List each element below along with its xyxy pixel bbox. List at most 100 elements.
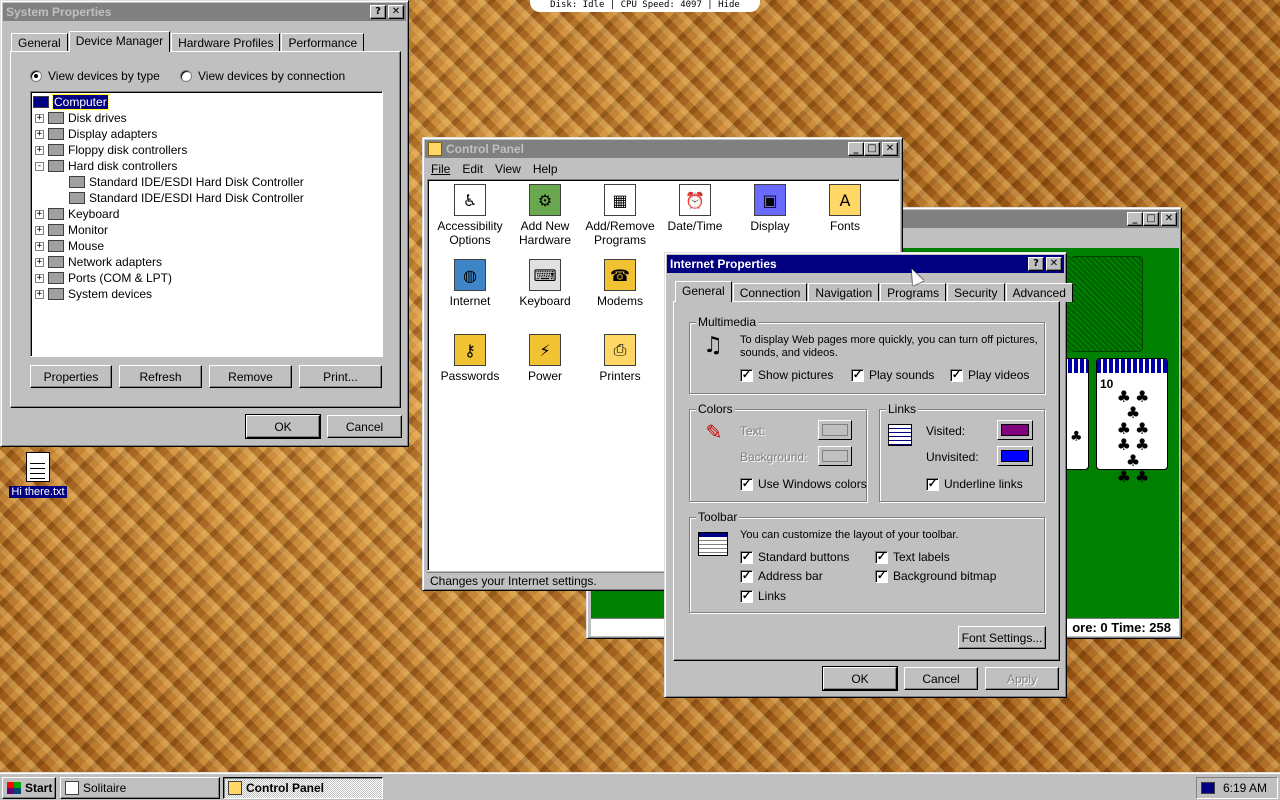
tree-item[interactable]: + Network adapters xyxy=(35,254,162,270)
card-clubs-ten[interactable]: 10 ♣♣ ♣ ♣♣ ♣♣ ♣ ♣♣ xyxy=(1096,358,1168,485)
tab-device-manager[interactable]: Device Manager xyxy=(68,31,171,52)
control-panel-item[interactable]: ⚷ Passwords xyxy=(431,334,509,383)
cancel-button[interactable]: Cancel xyxy=(904,667,978,690)
apply-button[interactable]: Apply xyxy=(985,667,1059,690)
tree-item[interactable]: + Floppy disk controllers xyxy=(35,142,187,158)
standard-buttons-checkbox[interactable]: ✓ Standard buttons xyxy=(740,550,849,564)
tree-item[interactable]: - Hard disk controllers xyxy=(35,158,177,174)
tree-item[interactable]: + Mouse xyxy=(35,238,104,254)
tree-item[interactable]: Computer xyxy=(33,94,109,110)
background-bitmap-checkbox[interactable]: ✓ Background bitmap xyxy=(875,569,996,583)
tree-item[interactable]: Standard IDE/ESDI Hard Disk Controller xyxy=(69,190,304,206)
play-sounds-checkbox[interactable]: ✓ Play sounds xyxy=(851,368,934,382)
tab-advanced[interactable]: Advanced xyxy=(1005,283,1073,302)
tab-hardware-profiles[interactable]: Hardware Profiles xyxy=(171,33,281,52)
control-panel-item-label: Add New Hardware xyxy=(518,219,572,247)
background-bitmap-label: Background bitmap xyxy=(893,569,997,583)
tree-item[interactable]: + Keyboard xyxy=(35,206,119,222)
card-slot[interactable] xyxy=(1071,256,1143,352)
desktop-file-icon[interactable]: Hi there.txt xyxy=(8,452,68,498)
menu-file[interactable]: File xyxy=(431,162,450,176)
tree-item[interactable]: + Display adapters xyxy=(35,126,157,142)
expand-icon[interactable]: + xyxy=(35,113,44,123)
close-button[interactable]: ✕ xyxy=(882,142,898,156)
control-panel-item[interactable]: ⚡ Power xyxy=(506,334,584,383)
control-panel-item[interactable]: ⏰ Date/Time xyxy=(656,184,734,233)
control-panel-item[interactable]: ♿ Accessibility Options xyxy=(431,184,509,247)
address-bar-checkbox[interactable]: ✓ Address bar xyxy=(740,569,823,583)
tree-item[interactable]: + Monitor xyxy=(35,222,108,238)
play-videos-checkbox[interactable]: ✓ Play videos xyxy=(950,368,1029,382)
internet-icon: ◍ xyxy=(454,259,486,291)
ok-button[interactable]: OK xyxy=(245,414,321,439)
minimize-button[interactable]: _ xyxy=(1127,212,1143,226)
unvisited-color-button[interactable] xyxy=(997,446,1033,466)
tree-item[interactable]: Standard IDE/ESDI Hard Disk Controller xyxy=(69,174,304,190)
tree-item[interactable]: + Disk drives xyxy=(35,110,127,126)
cancel-button[interactable]: Cancel xyxy=(327,415,402,438)
remove-button[interactable]: Remove xyxy=(209,365,292,388)
tray-display-icon[interactable] xyxy=(1201,782,1215,794)
help-button[interactable]: ? xyxy=(1028,257,1044,271)
control-panel-item[interactable]: ⌨ Keyboard xyxy=(506,259,584,308)
close-button[interactable]: ✕ xyxy=(1046,257,1062,271)
tab-performance[interactable]: Performance xyxy=(281,33,365,52)
menu-view[interactable]: View xyxy=(495,162,521,176)
control-panel-item[interactable]: ▦ Add/Remove Programs xyxy=(581,184,659,247)
tab-general[interactable]: General xyxy=(11,33,68,52)
tab-general[interactable]: General xyxy=(675,281,732,302)
tab-navigation[interactable]: Navigation xyxy=(808,283,880,302)
maximize-button[interactable]: □ xyxy=(1143,212,1159,226)
control-panel-item[interactable]: ⎙ Printers xyxy=(581,334,659,383)
radio-by-type[interactable]: View devices by type xyxy=(30,69,160,83)
tree-item[interactable]: + System devices xyxy=(35,286,152,302)
expand-icon[interactable]: + xyxy=(35,273,44,283)
expand-icon[interactable]: + xyxy=(35,289,44,299)
control-panel-item[interactable]: ⚙ Add New Hardware xyxy=(506,184,584,247)
system-properties-titlebar[interactable]: System Properties ? ✕ xyxy=(3,3,406,21)
expand-icon[interactable]: + xyxy=(35,145,44,155)
control-panel-item[interactable]: A Fonts xyxy=(806,184,884,233)
radio-by-connection[interactable]: View devices by connection xyxy=(180,69,345,83)
system-properties-title: System Properties xyxy=(6,5,112,19)
close-button[interactable]: ✕ xyxy=(388,5,404,19)
text-labels-label: Text labels xyxy=(893,550,950,564)
taskbar-solitaire[interactable]: Solitaire xyxy=(60,777,220,799)
refresh-button[interactable]: Refresh xyxy=(119,365,202,388)
maximize-button[interactable]: □ xyxy=(864,142,880,156)
show-pictures-checkbox[interactable]: ✓ Show pictures xyxy=(740,368,833,382)
properties-button[interactable]: Properties xyxy=(30,365,112,388)
help-button[interactable]: ? xyxy=(370,5,386,19)
menu-help[interactable]: Help xyxy=(533,162,558,176)
print-button[interactable]: Print... xyxy=(299,365,382,388)
device-tree[interactable]: Computer + Disk drives + Display adapters + Fl… xyxy=(30,91,383,357)
toolbar-links-checkbox[interactable]: ✓ Links xyxy=(740,589,786,603)
expand-icon[interactable]: + xyxy=(35,209,44,219)
text-labels-checkbox[interactable]: ✓ Text labels xyxy=(875,550,950,564)
menu-edit[interactable]: Edit xyxy=(462,162,483,176)
control-panel-item[interactable]: ▣ Display xyxy=(731,184,809,233)
close-button[interactable]: ✕ xyxy=(1161,212,1177,226)
internet-properties-titlebar[interactable]: Internet Properties ? ✕ xyxy=(667,255,1064,273)
expand-icon[interactable]: + xyxy=(35,241,44,251)
minimize-button[interactable]: _ xyxy=(848,142,864,156)
control-panel-item[interactable]: ☎ Modems xyxy=(581,259,659,308)
collapse-icon[interactable]: - xyxy=(35,161,44,171)
expand-icon[interactable]: + xyxy=(35,257,44,267)
visited-color-button[interactable] xyxy=(997,420,1033,440)
tab-connection[interactable]: Connection xyxy=(732,283,808,302)
font-settings-button[interactable]: Font Settings... xyxy=(958,626,1046,649)
tree-item[interactable]: + Ports (COM & LPT) xyxy=(35,270,172,286)
radio-by-connection-indicator xyxy=(180,70,192,82)
taskbar-control-panel[interactable]: Control Panel xyxy=(223,777,383,799)
expand-icon[interactable]: + xyxy=(35,129,44,139)
underline-links-checkbox[interactable]: ✓ Underline links xyxy=(926,477,1023,491)
tab-programs[interactable]: Programs xyxy=(880,283,947,302)
start-button[interactable]: Start xyxy=(2,777,56,799)
control-panel-titlebar[interactable]: Control Panel _ □ ✕ xyxy=(425,140,900,158)
tab-security[interactable]: Security xyxy=(947,283,1005,302)
use-windows-colors-checkbox[interactable]: ✓ Use Windows colors xyxy=(740,477,867,491)
ok-button[interactable]: OK xyxy=(822,666,898,691)
control-panel-item[interactable]: ◍ Internet xyxy=(431,259,509,308)
expand-icon[interactable]: + xyxy=(35,225,44,235)
